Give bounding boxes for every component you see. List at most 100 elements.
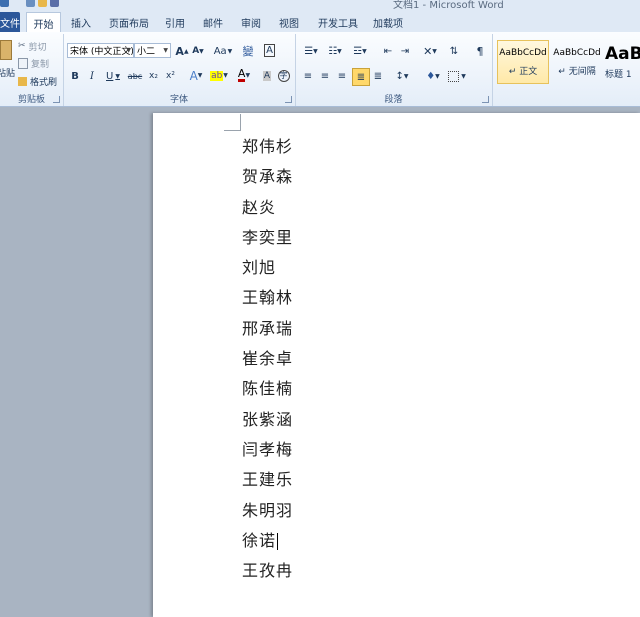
multilevel-list-button[interactable]: ☲ ▼	[349, 44, 371, 58]
tab-insert[interactable]: 插入	[66, 12, 96, 32]
sort-button[interactable]: ⇅	[447, 44, 461, 58]
tab-home[interactable]: 开始	[26, 12, 61, 34]
align-left-button[interactable]: ≡	[301, 69, 315, 83]
undo-icon[interactable]	[0, 0, 9, 7]
numbering-button[interactable]: ☷ ▼	[325, 44, 345, 58]
justify-button[interactable]: ≣	[352, 68, 370, 86]
text-line[interactable]: 刘旭	[242, 256, 293, 286]
underline-button[interactable]: U ▼	[103, 69, 123, 83]
clipboard-group: 粘贴 ✂ 剪切 复制 格式刷 剪贴板	[0, 34, 64, 106]
text-line[interactable]: 陈佳楠	[242, 377, 293, 407]
grow-font-button[interactable]: A ▲	[175, 44, 189, 58]
style-no-spacing[interactable]: AaBbCcDd ↵ 无间隔	[551, 40, 603, 84]
tab-references[interactable]: 引用	[160, 12, 190, 32]
tab-developer[interactable]: 开发工具	[312, 12, 364, 32]
paragraph-launcher-icon[interactable]	[482, 96, 489, 103]
window-title: 文档1 - Microsoft Word	[393, 0, 504, 9]
chinese-layout-button[interactable]: ✕ ▼	[419, 44, 441, 58]
font-color-button[interactable]: A ▼	[234, 68, 254, 83]
font-name-combo[interactable]: 宋体 (中文正文) ▼	[67, 43, 134, 58]
align-right-button[interactable]: ≡	[335, 69, 349, 83]
clipboard-launcher-icon[interactable]	[53, 96, 60, 103]
italic-button[interactable]: I	[86, 69, 98, 83]
document-page[interactable]: 郑伟杉 贺承森 赵炎 李奕里 刘旭 王翰林 邢承瑞 崔余卓 陈佳楠 张紫涵 闫孝…	[153, 113, 640, 617]
style-heading1-preview: AaB	[605, 44, 640, 64]
align-right-icon: ≡	[337, 70, 347, 82]
font-launcher-icon[interactable]	[285, 96, 292, 103]
text-line[interactable]: 王翰林	[242, 286, 293, 316]
tab-addins[interactable]: 加载项	[368, 12, 408, 32]
enclose-char-button[interactable]: 字	[277, 69, 290, 82]
sort-icon: ⇅	[449, 45, 459, 57]
text-line[interactable]: 徐诺	[242, 529, 293, 559]
distributed-button[interactable]: ≣	[371, 69, 385, 83]
bullets-icon: ☰	[304, 45, 314, 57]
align-center-button[interactable]: ≡	[318, 69, 332, 83]
show-marks-button[interactable]: ¶	[473, 44, 487, 58]
change-case-button[interactable]: Aa ▼	[212, 44, 234, 58]
highlighter-icon: ab	[210, 70, 224, 81]
text-line[interactable]: 邢承瑞	[242, 317, 293, 347]
bold-button[interactable]: B	[69, 69, 81, 83]
tab-view[interactable]: 视图	[274, 12, 304, 32]
highlight-button[interactable]: ab ▼	[208, 68, 230, 83]
tab-page-layout[interactable]: 页面布局	[104, 12, 154, 32]
borders-button[interactable]: ▼	[447, 69, 467, 83]
pilcrow-icon: ¶	[476, 44, 484, 58]
text-line[interactable]: 崔余卓	[242, 347, 293, 377]
style-normal-label: ↵ 正文	[508, 66, 538, 77]
decrease-indent-button[interactable]: ⇤	[381, 44, 395, 58]
font-group: 宋体 (中文正文) ▼ 小二 ▼ A ▲ A ▼ Aa ▼ 變 A B I U ▼	[63, 34, 296, 106]
style-heading1[interactable]: AaB 标题 1	[605, 40, 640, 84]
text-line[interactable]: 王建乐	[242, 468, 293, 498]
tab-file[interactable]: 文件	[0, 12, 20, 32]
text-effects-button[interactable]: A ▼	[186, 68, 206, 83]
align-center-icon: ≡	[320, 70, 330, 82]
tab-review[interactable]: 审阅	[236, 12, 266, 32]
subscript-button[interactable]: x₂	[147, 69, 160, 83]
increase-indent-button[interactable]: ⇥	[398, 44, 412, 58]
text-line[interactable]: 张紫涵	[242, 408, 293, 438]
shrink-font-button[interactable]: A ▼	[191, 44, 205, 58]
text-line[interactable]: 贺承森	[242, 165, 293, 195]
shading-button[interactable]: ♦ ▼	[423, 69, 443, 83]
line-spacing-button[interactable]: ↕ ▼	[392, 69, 412, 83]
text-line[interactable]: 郑伟杉	[242, 135, 293, 165]
chevron-down-icon: ▼	[163, 47, 168, 54]
open-icon[interactable]	[38, 0, 47, 7]
decrease-indent-icon: ⇤	[383, 45, 393, 57]
phonetic-guide-button[interactable]: 變	[241, 43, 255, 58]
superscript-button[interactable]: x²	[164, 69, 177, 83]
cut-label: 剪切	[28, 42, 47, 53]
bullets-button[interactable]: ☰ ▼	[301, 44, 321, 58]
font-color-icon: A	[237, 67, 246, 82]
ribbon-tab-bar: 文件 开始 插入 页面布局 引用 邮件 审阅 视图 开发工具 加载项	[0, 9, 640, 34]
save-icon[interactable]	[50, 0, 59, 7]
text-line[interactable]: 朱明羽	[242, 499, 293, 529]
format-painter-button[interactable]: 格式刷	[18, 74, 57, 88]
title-bar: 文档1 - Microsoft Word	[0, 0, 640, 9]
text-line[interactable]: 王孜冉	[242, 559, 293, 589]
borders-icon	[448, 70, 460, 82]
redo-icon[interactable]	[26, 0, 35, 7]
text-line[interactable]: 赵炎	[242, 196, 293, 226]
copy-button[interactable]: 复制	[18, 56, 49, 70]
tab-mailings[interactable]: 邮件	[198, 12, 228, 32]
strikethrough-button[interactable]: abc	[127, 69, 143, 83]
paste-button[interactable]: 粘贴	[0, 36, 15, 82]
styles-group: AaBbCcDd ↵ 正文 AaBbCcDd ↵ 无间隔 AaB 标题 1	[492, 34, 640, 106]
char-shading-button[interactable]: A	[261, 69, 273, 82]
style-normal[interactable]: AaBbCcDd ↵ 正文	[497, 40, 549, 84]
cursor-line-text: 徐诺	[242, 530, 277, 550]
text-line[interactable]: 李奕里	[242, 226, 293, 256]
document-body[interactable]: 郑伟杉 贺承森 赵炎 李奕里 刘旭 王翰林 邢承瑞 崔余卓 陈佳楠 张紫涵 闫孝…	[242, 135, 293, 589]
text-line[interactable]: 闫孝梅	[242, 438, 293, 468]
char-border-icon: A	[264, 43, 275, 57]
cut-button[interactable]: ✂ 剪切	[18, 39, 47, 53]
char-border-button[interactable]: A	[263, 43, 276, 57]
ribbon-home: 粘贴 ✂ 剪切 复制 格式刷 剪贴板 宋体 (中文正文) ▼ 小二 ▼ A▲	[0, 32, 640, 107]
style-heading1-label: 标题 1	[605, 70, 632, 80]
style-no-spacing-label: ↵ 无间隔	[558, 66, 596, 77]
margin-corner-mark	[224, 114, 241, 131]
font-size-combo[interactable]: 小二 ▼	[134, 43, 171, 58]
